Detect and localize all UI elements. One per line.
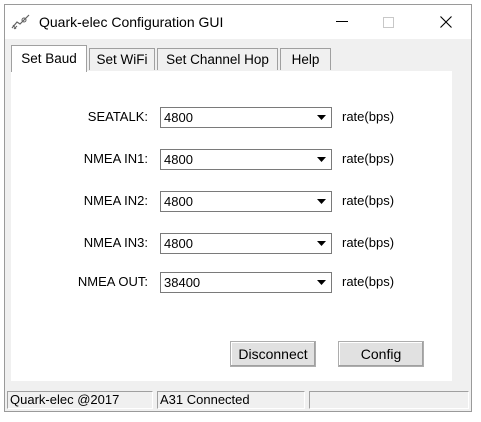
nmea-in1-label: NMEA IN1: bbox=[83, 151, 148, 166]
seatalk-label: SEATALK: bbox=[87, 109, 148, 124]
window-title: Quark-elec Configuration GUI bbox=[39, 14, 224, 30]
set-baud-panel: SEATALK: 4800 rate(bps) NMEA IN1: 4800 r… bbox=[11, 71, 452, 381]
tab-set-wifi[interactable]: Set WiFi bbox=[89, 48, 155, 70]
nmea-in1-rate-select[interactable]: 4800 bbox=[160, 149, 332, 170]
tab-set-baud[interactable]: Set Baud bbox=[11, 45, 87, 72]
title-bar[interactable]: Quark-elec Configuration GUI bbox=[5, 5, 471, 39]
seatalk-rate-select[interactable]: 4800 bbox=[160, 107, 332, 128]
nmea-in3-label: NMEA IN3: bbox=[83, 235, 148, 250]
nmea-in1-unit: rate(bps) bbox=[342, 151, 395, 166]
maximize-icon bbox=[382, 16, 394, 28]
nmea-in3-rate-select[interactable]: 4800 bbox=[160, 233, 332, 254]
status-copyright: Quark-elec @2017 bbox=[7, 391, 153, 409]
nmea-in2-rate-select[interactable]: 4800 bbox=[160, 191, 332, 212]
close-icon bbox=[440, 16, 452, 28]
app-window: Quark-elec Configuration GUI Set Baud Se… bbox=[4, 4, 472, 412]
nmea-out-unit: rate(bps) bbox=[342, 274, 395, 289]
nmea-out-label: NMEA OUT: bbox=[77, 274, 148, 289]
nmea-out-rate-select[interactable]: 38400 bbox=[160, 272, 332, 293]
nmea-in2-label: NMEA IN2: bbox=[83, 193, 148, 208]
nmea-in3-unit: rate(bps) bbox=[342, 235, 395, 250]
tab-strip: Set Baud Set WiFi Set Channel Hop Help bbox=[11, 45, 451, 72]
chevron-down-icon[interactable] bbox=[313, 109, 330, 126]
status-bar: Quark-elec @2017 A31 Connected bbox=[5, 389, 471, 411]
nmea-in3-rate-value: 4800 bbox=[164, 236, 193, 251]
nmea-out-rate-value: 38400 bbox=[164, 275, 201, 290]
seatalk-unit: rate(bps) bbox=[342, 109, 395, 124]
close-button[interactable] bbox=[423, 5, 469, 39]
status-empty-pane bbox=[309, 391, 469, 409]
chevron-down-icon[interactable] bbox=[313, 235, 330, 252]
nmea-in2-unit: rate(bps) bbox=[342, 193, 395, 208]
app-logo-icon bbox=[11, 13, 31, 31]
status-connection: A31 Connected bbox=[157, 391, 305, 409]
disconnect-button[interactable]: Disconnect bbox=[230, 341, 316, 367]
tab-help[interactable]: Help bbox=[280, 48, 331, 70]
seatalk-rate-value: 4800 bbox=[164, 110, 193, 125]
chevron-down-icon[interactable] bbox=[313, 193, 330, 210]
nmea-in2-rate-value: 4800 bbox=[164, 194, 193, 209]
nmea-in1-rate-value: 4800 bbox=[164, 152, 193, 167]
minimize-icon bbox=[336, 21, 348, 22]
maximize-button[interactable] bbox=[365, 5, 411, 39]
tab-set-channel-hop[interactable]: Set Channel Hop bbox=[157, 48, 278, 70]
chevron-down-icon[interactable] bbox=[313, 274, 330, 291]
minimize-button[interactable] bbox=[319, 5, 365, 39]
config-button[interactable]: Config bbox=[338, 341, 424, 367]
chevron-down-icon[interactable] bbox=[313, 151, 330, 168]
